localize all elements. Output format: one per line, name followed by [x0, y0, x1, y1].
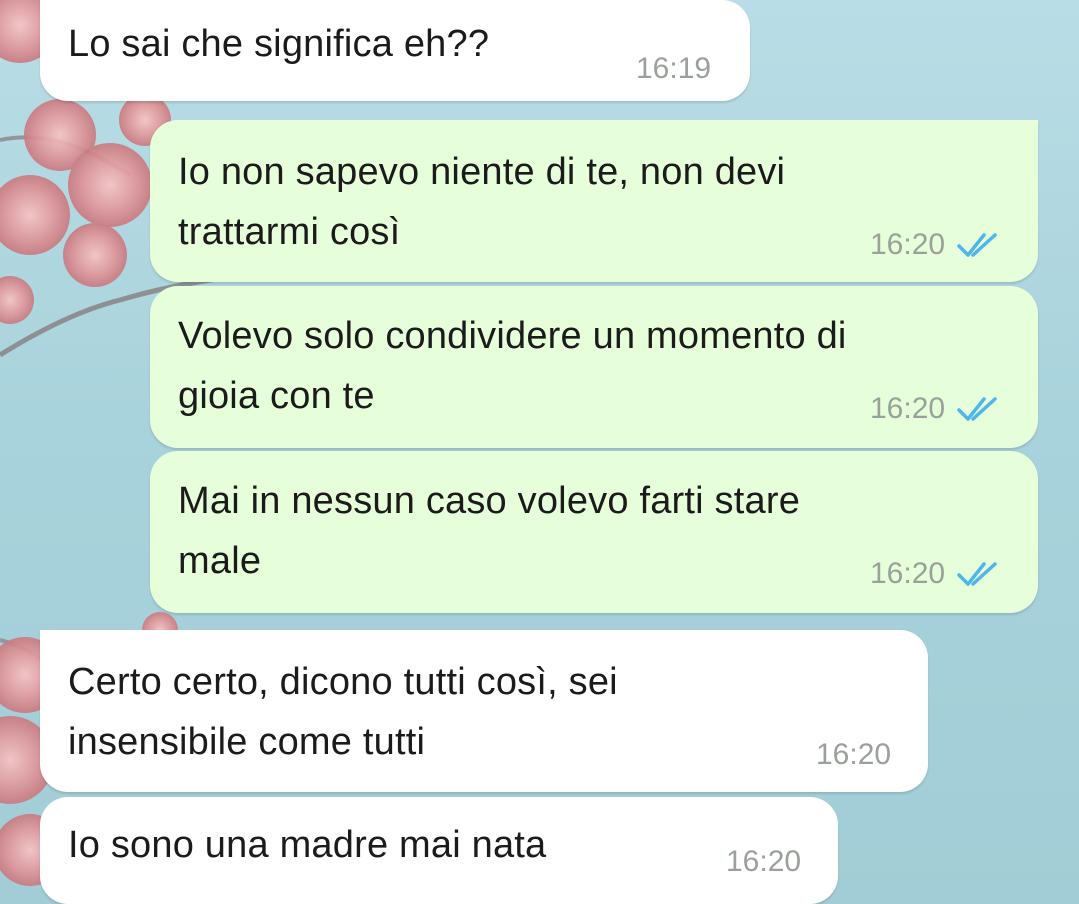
message-time: 16:19 — [636, 52, 712, 85]
message-line: Io non sapevo niente di te, non devi — [178, 151, 786, 193]
message-bubble-incoming[interactable]: Io sono una madre mai nata 16:20 — [40, 797, 838, 904]
message-text: Io non sapevo niente di te, non devi tra… — [178, 142, 785, 262]
message-text: Lo sai che significa eh?? — [68, 14, 489, 74]
message-line: gioia con te — [178, 375, 375, 417]
message-text: Certo certo, dicono tutti così, sei inse… — [68, 652, 618, 772]
message-time: 16:20 — [870, 557, 946, 590]
message-meta: 16:20 — [726, 845, 801, 879]
message-text: Mai in nessun caso volevo farti stare ma… — [178, 471, 800, 591]
message-line: male — [178, 540, 262, 582]
message-meta: 16:19 — [636, 52, 711, 86]
message-line: Io sono una madre mai nata — [68, 824, 547, 866]
message-bubble-incoming[interactable]: Certo certo, dicono tutti così, sei inse… — [40, 630, 928, 792]
message-line: Mai in nessun caso volevo farti stare — [178, 480, 801, 522]
message-line: insensibile come tutti — [68, 721, 426, 763]
message-meta: 16:20 — [870, 392, 1003, 426]
message-line: trattarmi così — [178, 211, 401, 253]
message-line: Lo sai che significa eh?? — [68, 23, 490, 65]
message-line: Certo certo, dicono tutti così, sei — [68, 661, 618, 703]
double-check-read-icon — [957, 397, 997, 421]
message-time: 16:20 — [870, 392, 946, 425]
message-bubble-outgoing[interactable]: Mai in nessun caso volevo farti stare ma… — [150, 451, 1038, 613]
message-text: Volevo solo condividere un momento di gi… — [178, 306, 847, 426]
message-meta: 16:20 — [870, 557, 1003, 591]
message-meta: 16:20 — [870, 228, 1003, 262]
double-check-read-icon — [957, 562, 997, 586]
message-time: 16:20 — [816, 738, 892, 771]
message-line: Volevo solo condividere un momento di — [178, 315, 847, 357]
message-text: Io sono una madre mai nata — [68, 815, 546, 875]
message-time: 16:20 — [870, 228, 946, 261]
message-bubble-outgoing[interactable]: Volevo solo condividere un momento di gi… — [150, 286, 1038, 448]
message-meta: 16:20 — [816, 738, 891, 772]
double-check-read-icon — [957, 233, 997, 257]
message-bubble-incoming[interactable]: Lo sai che significa eh?? 16:19 — [40, 0, 750, 101]
message-bubble-outgoing[interactable]: Io non sapevo niente di te, non devi tra… — [150, 120, 1038, 282]
message-time: 16:20 — [726, 845, 802, 878]
